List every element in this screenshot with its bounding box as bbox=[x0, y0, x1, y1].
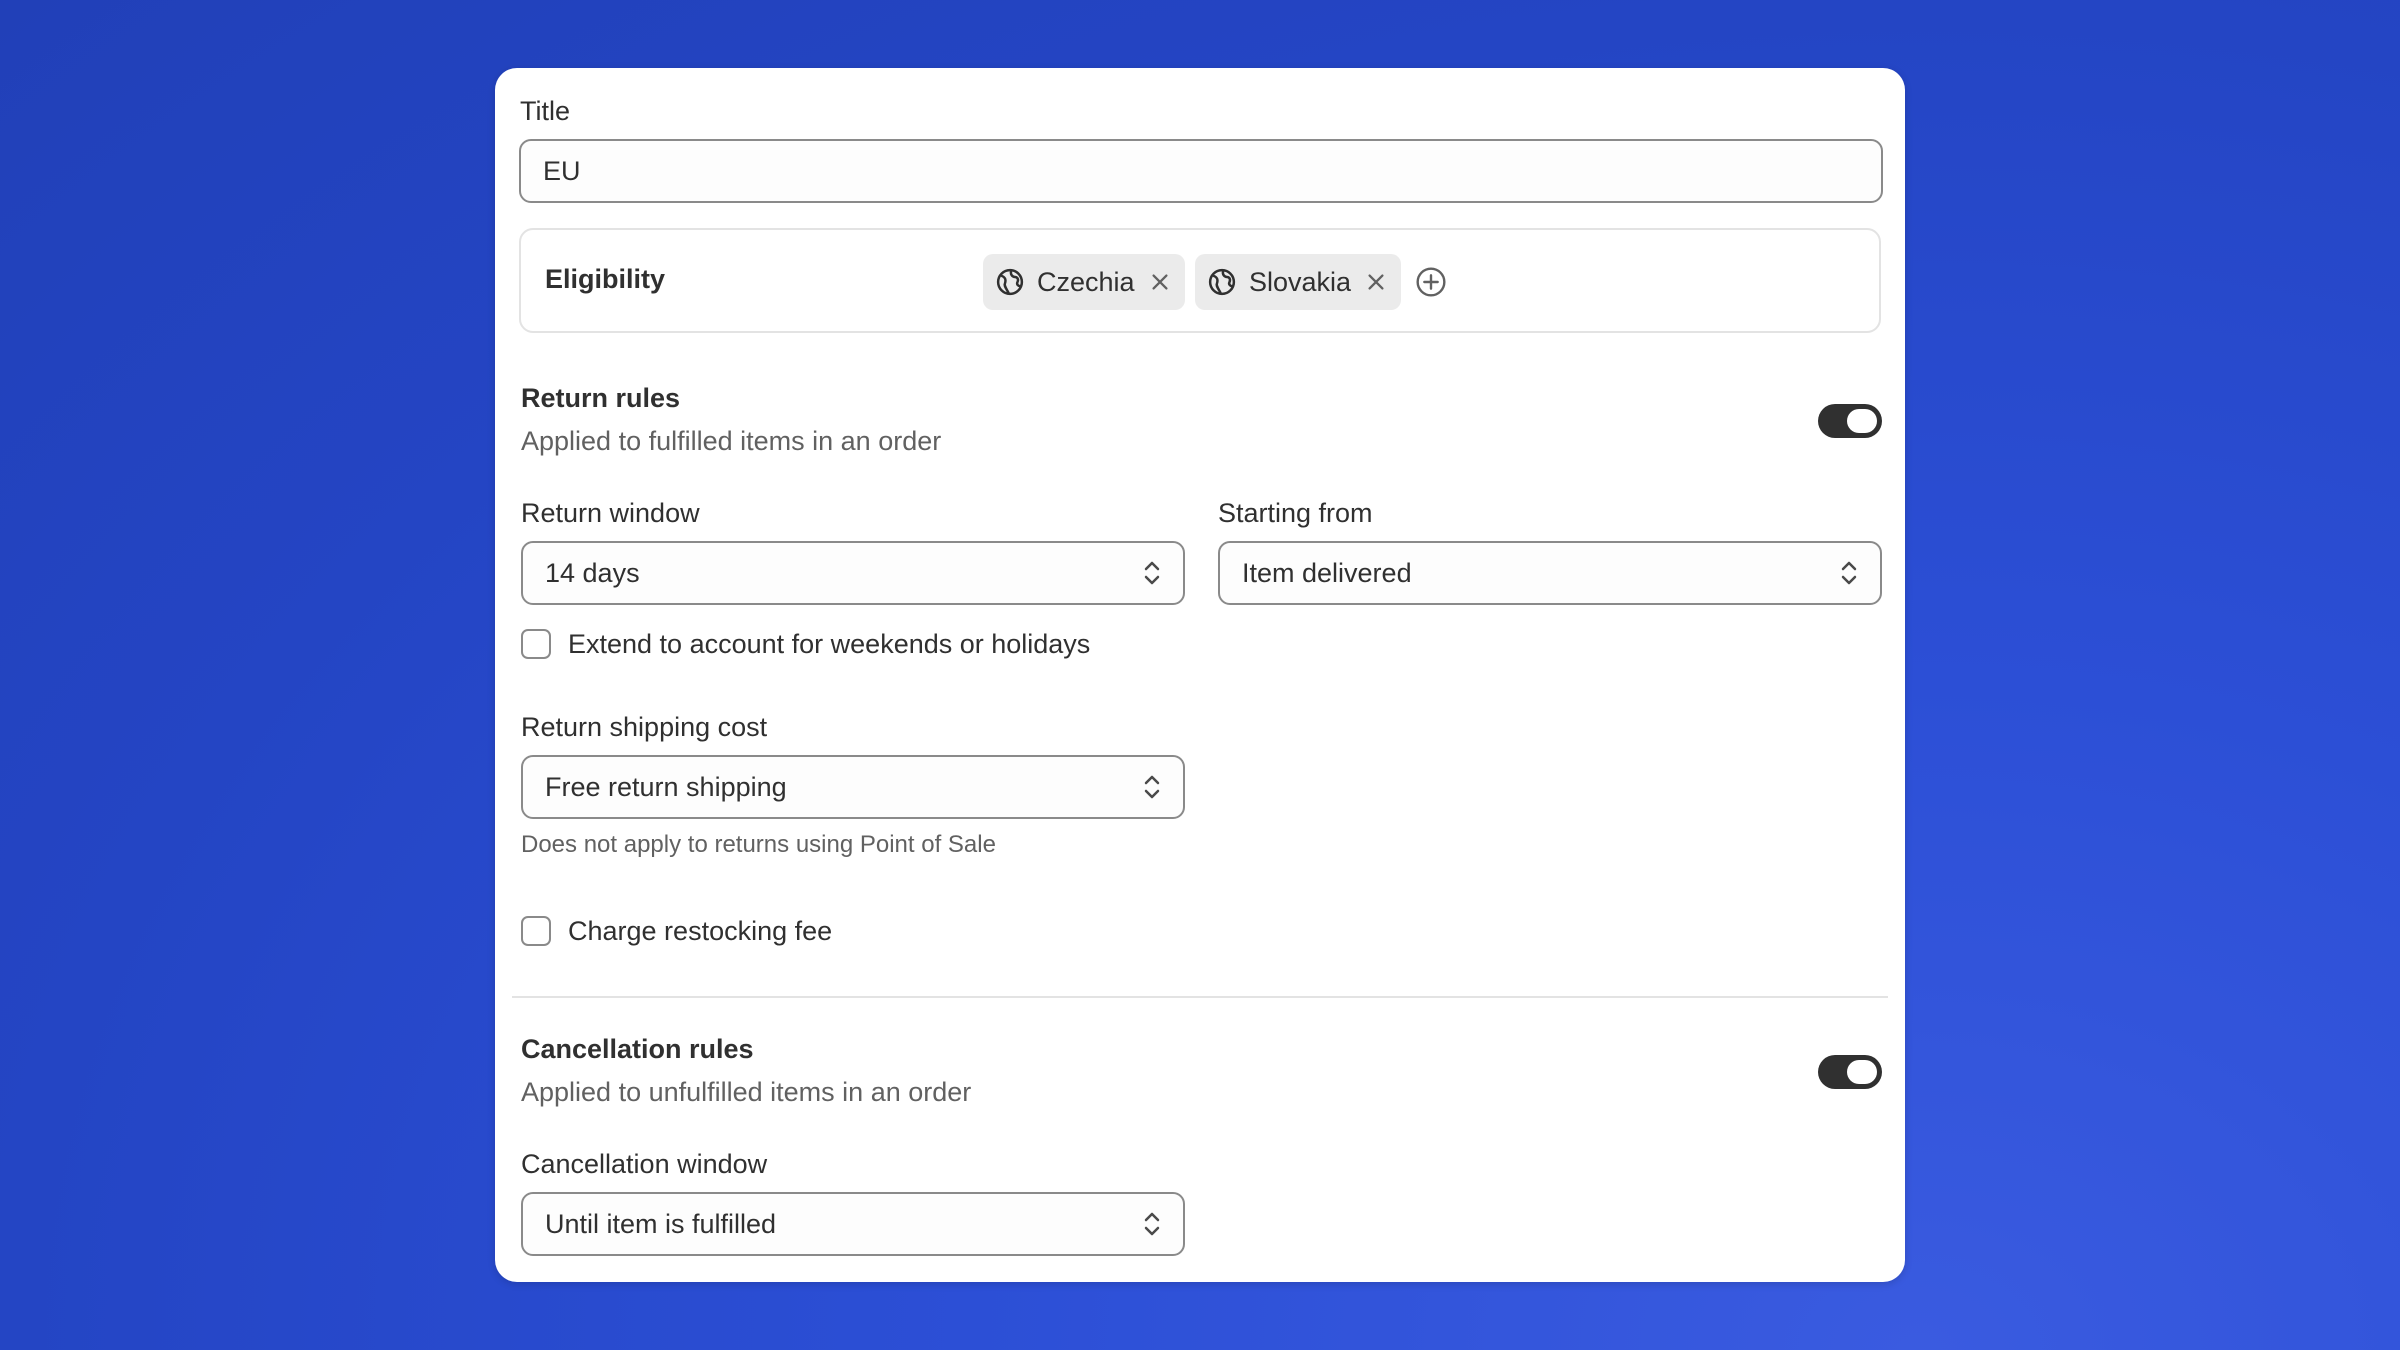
eligibility-box: Eligibility Czechia Slovakia bbox=[519, 228, 1881, 333]
restocking-checkbox-label: Charge restocking fee bbox=[568, 916, 833, 946]
starting-from-label: Starting from bbox=[1218, 498, 1373, 528]
toggle-knob bbox=[1847, 1060, 1877, 1084]
chevron-up-down-icon bbox=[1144, 1212, 1160, 1236]
starting-from-value: Item delivered bbox=[1242, 557, 1412, 588]
shipping-cost-select[interactable]: Free return shipping bbox=[521, 755, 1185, 819]
return-rules-heading: Return rules bbox=[521, 383, 681, 413]
starting-from-select[interactable]: Item delivered bbox=[1218, 541, 1882, 605]
section-divider bbox=[512, 996, 1888, 998]
return-window-select[interactable]: 14 days bbox=[521, 541, 1185, 605]
chevron-up-down-icon bbox=[1144, 775, 1160, 799]
return-window-label: Return window bbox=[521, 498, 700, 528]
chip-label: Czechia bbox=[1037, 266, 1135, 297]
title-input[interactable]: EU bbox=[519, 139, 1883, 203]
shipping-cost-label: Return shipping cost bbox=[521, 712, 768, 742]
cancellation-window-select[interactable]: Until item is fulfilled bbox=[521, 1192, 1185, 1256]
extend-checkbox-label: Extend to account for weekends or holida… bbox=[568, 629, 1091, 659]
toggle-knob bbox=[1847, 409, 1877, 433]
cancellation-window-value: Until item is fulfilled bbox=[545, 1208, 777, 1239]
extend-checkbox[interactable] bbox=[521, 629, 551, 659]
restocking-checkbox[interactable] bbox=[521, 916, 551, 946]
shipping-cost-help: Does not apply to returns using Point of… bbox=[521, 831, 996, 858]
eligibility-label: Eligibility bbox=[545, 264, 666, 294]
chip-slovakia: Slovakia bbox=[1195, 254, 1401, 310]
chip-czechia: Czechia bbox=[983, 254, 1185, 310]
close-icon[interactable] bbox=[1149, 271, 1171, 293]
return-window-value: 14 days bbox=[545, 557, 640, 588]
return-rules-toggle[interactable] bbox=[1818, 404, 1882, 438]
return-policy-card: Title EU Eligibility Czechia Slovakia Re… bbox=[495, 68, 1905, 1282]
plus-circle-icon[interactable] bbox=[1415, 266, 1447, 298]
globe-icon bbox=[1208, 268, 1236, 296]
title-label: Title bbox=[520, 96, 571, 126]
return-rules-description: Applied to fulfilled items in an order bbox=[521, 426, 942, 456]
cancellation-rules-description: Applied to unfulfilled items in an order bbox=[521, 1077, 972, 1107]
close-icon[interactable] bbox=[1365, 271, 1387, 293]
cancellation-window-label: Cancellation window bbox=[521, 1149, 768, 1179]
chip-label: Slovakia bbox=[1249, 266, 1352, 297]
cancellation-rules-toggle[interactable] bbox=[1818, 1055, 1882, 1089]
title-input-value: EU bbox=[543, 155, 581, 186]
chevron-up-down-icon bbox=[1144, 561, 1160, 585]
shipping-cost-value: Free return shipping bbox=[545, 771, 787, 802]
globe-icon bbox=[996, 268, 1024, 296]
cancellation-rules-heading: Cancellation rules bbox=[521, 1034, 754, 1064]
chevron-up-down-icon bbox=[1841, 561, 1857, 585]
